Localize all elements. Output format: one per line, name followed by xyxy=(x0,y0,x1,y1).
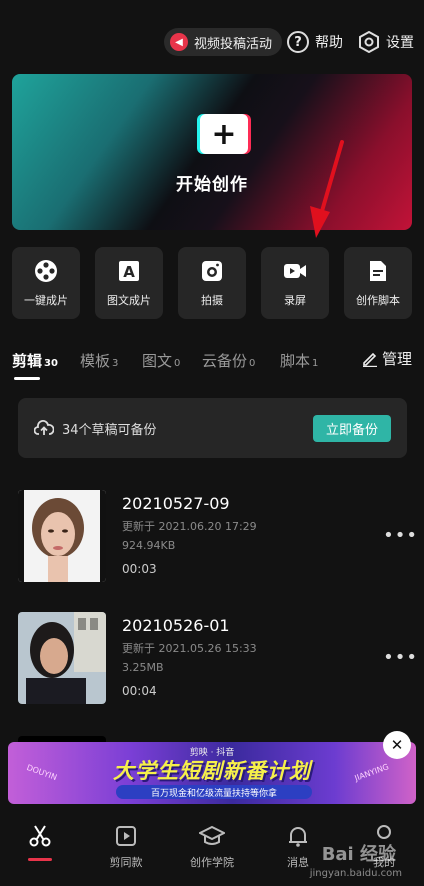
tab-edit[interactable]: 剪辑 30 xyxy=(12,350,58,371)
settings-button[interactable]: 设置 xyxy=(358,28,414,56)
more-options-icon[interactable]: ••• xyxy=(383,525,418,546)
tab-count: 1 xyxy=(312,358,319,369)
tab-label: 剪辑 xyxy=(12,352,43,370)
tab-templates[interactable]: 模板 3 xyxy=(80,350,118,371)
tab-count: 0 xyxy=(174,358,181,369)
backup-banner: 34个草稿可备份 立即备份 xyxy=(18,398,407,458)
baidu-watermark-url: jingyan.baidu.com xyxy=(309,868,402,879)
tab-scripts[interactable]: 脚本 1 xyxy=(280,350,318,371)
tab-cloud-backup[interactable]: 云备份 0 xyxy=(202,350,255,371)
video-contest-label: 视频投稿活动 xyxy=(194,36,273,52)
draft-thumbnail xyxy=(18,612,106,704)
nav-templates[interactable]: 剪同款 xyxy=(86,824,166,870)
draft-duration: 00:03 xyxy=(122,562,157,576)
graduation-cap-icon xyxy=(199,825,225,845)
nav-academy[interactable]: 创作学院 xyxy=(172,824,252,870)
text-image-icon: A xyxy=(116,258,142,284)
settings-hexagon-icon xyxy=(359,31,379,53)
manage-label: 管理 xyxy=(381,350,412,368)
screen-record-button[interactable]: 录屏 xyxy=(261,247,329,319)
video-contest-button[interactable]: ◀ 视频投稿活动 xyxy=(164,28,283,56)
more-options-icon[interactable]: ••• xyxy=(383,647,418,668)
plus-icon: + xyxy=(200,114,248,154)
draft-size: 3.25MB xyxy=(122,661,164,674)
draft-item[interactable]: 20210526-01 更新于 2021.05.26 15:33 3.25MB … xyxy=(0,612,424,712)
draft-thumbnail xyxy=(18,490,106,582)
tab-label: 模板 xyxy=(80,352,111,370)
tool-label: 录屏 xyxy=(284,294,306,307)
help-button[interactable]: ? 帮助 xyxy=(287,28,343,56)
tool-label: 一键成片 xyxy=(24,294,68,307)
draft-title: 20210526-01 xyxy=(122,616,230,635)
baidu-watermark: Bai 经验 xyxy=(321,844,396,865)
draft-duration: 00:04 xyxy=(122,684,157,698)
creation-script-button[interactable]: 创作脚本 xyxy=(344,247,412,319)
template-play-icon xyxy=(116,826,136,846)
draft-title: 20210527-09 xyxy=(122,494,230,513)
nav-edit[interactable] xyxy=(0,824,80,854)
text-image-video-button[interactable]: A 图文成片 xyxy=(95,247,163,319)
script-document-icon xyxy=(365,258,391,284)
shoot-button[interactable]: 拍摄 xyxy=(178,247,246,319)
help-icon: ? xyxy=(287,31,309,53)
nav-label: 创作学院 xyxy=(190,856,234,869)
cloud-upload-icon xyxy=(34,420,54,435)
tool-label: 拍摄 xyxy=(201,294,223,307)
tools-row: 一键成片 A 图文成片 拍摄 录屏 创作脚本 xyxy=(12,247,412,319)
settings-label: 设置 xyxy=(386,35,414,51)
bottom-navigation: 剪同款 创作学院 消息 我的 Bai 经验 jingyan.baidu.com xyxy=(0,812,424,886)
tab-label: 图文 xyxy=(142,352,173,370)
draft-tabs: 剪辑 30 模板 3 图文 0 云备份 0 脚本 1 管理 xyxy=(12,348,412,380)
promo-ad-banner[interactable]: 剪映 · 抖音 大学生短剧新番计划 百万现金和亿级流量扶持等你拿 DOUYIN … xyxy=(8,742,416,804)
megaphone-icon: ◀ xyxy=(170,33,188,51)
tab-label: 云备份 xyxy=(202,352,248,370)
tab-label: 脚本 xyxy=(280,352,311,370)
backup-message: 34个草稿可备份 xyxy=(62,423,157,438)
top-bar: ◀ 视频投稿活动 ? 帮助 设置 xyxy=(0,26,424,58)
draft-updated-time: 更新于 2021.05.26 15:33 xyxy=(122,642,257,655)
film-reel-icon xyxy=(33,258,59,284)
bell-icon xyxy=(289,827,307,847)
ad-subline: 百万现金和亿级流量扶持等你拿 xyxy=(116,785,312,799)
start-creating-title: 开始创作 xyxy=(176,175,248,195)
close-ad-button[interactable]: ✕ xyxy=(383,731,411,759)
tab-image-text[interactable]: 图文 0 xyxy=(142,350,180,371)
tool-label: 创作脚本 xyxy=(356,294,400,307)
active-nav-indicator xyxy=(28,858,52,861)
video-record-icon xyxy=(282,258,308,284)
help-label: 帮助 xyxy=(315,35,343,51)
scissors-icon xyxy=(29,825,51,847)
tab-count: 3 xyxy=(112,358,119,369)
tool-label: 图文成片 xyxy=(107,294,151,307)
manage-button[interactable]: 管理 xyxy=(362,348,412,369)
tab-count: 0 xyxy=(249,358,256,369)
active-tab-indicator xyxy=(14,377,40,380)
svg-text:A: A xyxy=(123,263,135,281)
edit-pencil-icon xyxy=(362,352,377,367)
tab-count: 30 xyxy=(44,358,58,369)
start-creating-card[interactable]: + 开始创作 xyxy=(12,74,412,230)
draft-updated-time: 更新于 2021.06.20 17:29 xyxy=(122,520,257,533)
one-click-video-button[interactable]: 一键成片 xyxy=(12,247,80,319)
draft-item[interactable]: 20210527-09 更新于 2021.06.20 17:29 924.94K… xyxy=(0,490,424,590)
nav-label: 消息 xyxy=(287,856,309,869)
backup-now-button[interactable]: 立即备份 xyxy=(313,415,391,442)
nav-label: 剪同款 xyxy=(109,856,143,869)
draft-size: 924.94KB xyxy=(122,539,176,552)
red-arrow-annotation xyxy=(310,140,344,238)
camera-icon xyxy=(199,258,225,284)
